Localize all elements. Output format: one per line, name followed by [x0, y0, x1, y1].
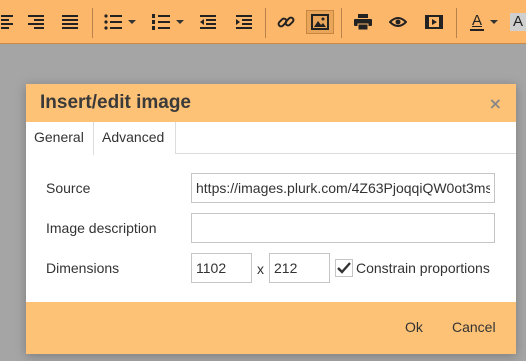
text-color-icon: A	[470, 13, 484, 31]
align-center-button[interactable]	[0, 10, 22, 34]
dimensions-times: x	[257, 261, 264, 277]
source-input[interactable]	[191, 173, 495, 203]
toolbar-separator	[265, 8, 266, 38]
constrain-label: Constrain proportions	[356, 260, 490, 276]
source-label: Source	[46, 180, 91, 196]
text-color-letter: A	[471, 12, 482, 29]
editor-toolbar: A A	[0, 0, 526, 44]
bullet-list-icon	[104, 14, 122, 30]
dialog-footer: Ok Cancel	[26, 302, 516, 354]
toolbar-separator	[456, 8, 457, 38]
image-icon	[311, 14, 329, 30]
link-icon	[277, 16, 295, 28]
background-color-icon: A	[510, 13, 526, 31]
print-icon	[354, 14, 372, 30]
align-justify-button[interactable]	[58, 10, 82, 34]
indent-button[interactable]	[232, 10, 256, 34]
align-right-button[interactable]	[24, 10, 48, 34]
description-input[interactable]	[191, 213, 495, 243]
cancel-button[interactable]: Cancel	[452, 319, 496, 335]
dialog-title: Insert/edit image	[40, 92, 191, 113]
indent-icon	[236, 15, 252, 29]
insert-image-dialog: Insert/edit image × General Advanced Sou…	[26, 84, 516, 354]
numbered-list-icon	[152, 14, 170, 30]
align-center-icon	[1, 15, 13, 29]
print-button[interactable]	[350, 10, 376, 34]
close-button[interactable]: ×	[489, 94, 502, 113]
close-icon: ×	[488, 94, 502, 113]
preview-icon	[389, 17, 407, 27]
chevron-down-icon	[128, 20, 136, 24]
media-button[interactable]	[420, 10, 448, 34]
preview-button[interactable]	[384, 10, 412, 34]
bullet-list-button[interactable]	[100, 10, 140, 34]
toolbar-separator	[92, 8, 93, 38]
tab-general[interactable]: General	[26, 122, 94, 155]
image-button[interactable]	[306, 10, 334, 34]
link-button[interactable]	[273, 10, 299, 34]
outdent-button[interactable]	[196, 10, 220, 34]
height-input[interactable]	[269, 253, 330, 283]
align-right-icon	[28, 15, 44, 29]
toolbar-separator	[341, 8, 342, 38]
tab-advanced[interactable]: Advanced	[94, 122, 176, 154]
dialog-header: Insert/edit image ×	[26, 84, 516, 122]
media-icon	[425, 15, 443, 29]
ok-button[interactable]: Ok	[405, 319, 423, 335]
chevron-down-icon	[176, 20, 184, 24]
text-color-swatch	[470, 29, 484, 31]
align-justify-icon	[62, 15, 78, 29]
bg-color-letter: A	[513, 13, 524, 30]
dialog-tabs: General Advanced	[26, 122, 516, 155]
dimensions-label: Dimensions	[46, 260, 120, 276]
outdent-icon	[200, 15, 216, 29]
text-color-button[interactable]: A	[464, 10, 504, 34]
checkmark-icon	[337, 262, 351, 274]
width-input[interactable]	[191, 253, 252, 283]
description-label: Image description	[46, 220, 157, 236]
constrain-checkbox[interactable]	[335, 259, 353, 277]
chevron-down-icon	[490, 20, 498, 24]
background-color-button[interactable]: A	[510, 10, 526, 34]
numbered-list-button[interactable]	[148, 10, 188, 34]
